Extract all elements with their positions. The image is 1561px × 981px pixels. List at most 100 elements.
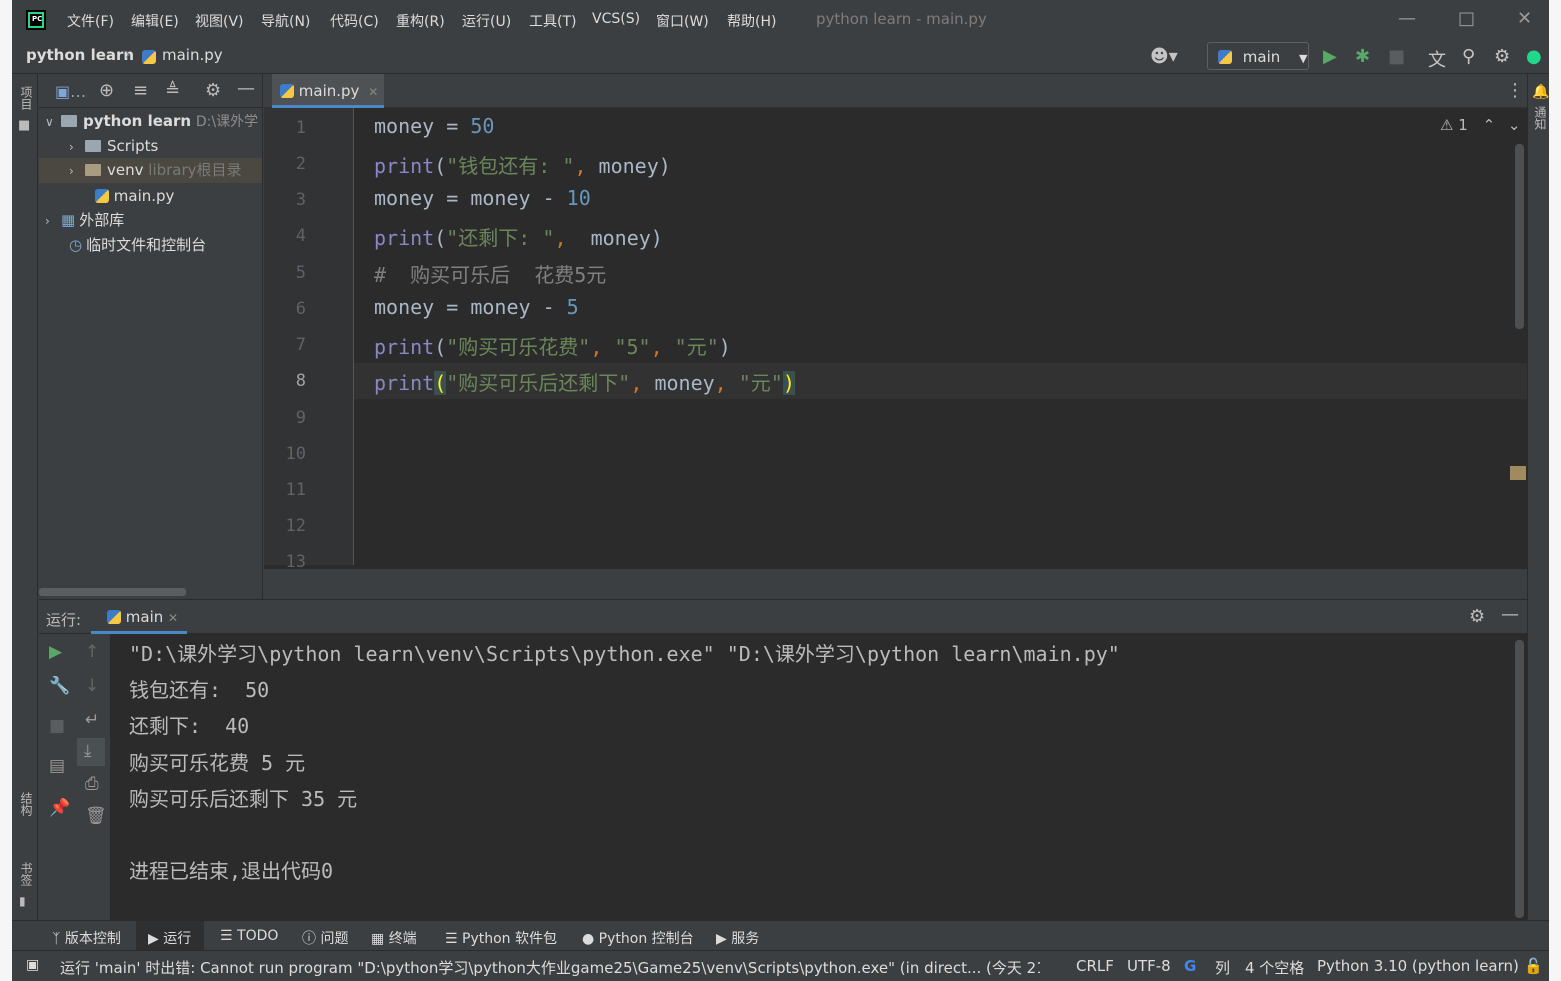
library-icon: ▦	[61, 211, 76, 229]
tab-python-console[interactable]: ● Python 控制台	[582, 928, 694, 948]
code-line[interactable]: # 购买可乐后 花费5元	[374, 259, 606, 288]
column-indicator[interactable]: 列	[1215, 957, 1230, 978]
tab-main-py[interactable]: main.py ✕	[272, 74, 384, 108]
panel-toggle-icon[interactable]: ▣	[26, 957, 39, 973]
more-options-icon[interactable]: ⋮	[1506, 80, 1524, 101]
rerun-icon[interactable]: ▶	[49, 642, 62, 662]
debug-icon[interactable]: ✱	[1355, 46, 1370, 67]
menu-code[interactable]: 代码(C)	[330, 11, 379, 31]
code-line[interactable]: money = 50	[374, 114, 494, 138]
menu-view[interactable]: 视图(V)	[195, 11, 244, 31]
menu-window[interactable]: 窗口(W)	[656, 11, 709, 31]
wrench-icon[interactable]: 🔧	[49, 676, 70, 696]
indent-setting[interactable]: 4 个空格	[1245, 957, 1304, 978]
tree-item-external-libraries[interactable]: › ▦ 外部库	[45, 208, 124, 233]
collapse-all-icon[interactable]: ≜	[165, 80, 180, 101]
tab-services[interactable]: ▶ 服务	[716, 928, 759, 948]
gear-icon[interactable]: ⚙	[205, 80, 221, 101]
jetbrains-toolbox-icon[interactable]: ●	[1526, 46, 1542, 67]
code-line[interactable]: print("钱包还有: ", money)	[374, 150, 671, 179]
chevron-up-icon[interactable]: ⌃	[1483, 116, 1496, 134]
warning-indicator[interactable]: ⚠ 1 ⌃ ⌄	[1440, 116, 1521, 134]
code-editor[interactable]: main.py ✕ ⋮ 1 2 3 4 5 6 7 8 9 10 11 12 1…	[264, 74, 1527, 599]
scrollbar-marker[interactable]	[1510, 466, 1526, 480]
code-line[interactable]: money = money - 5	[374, 295, 579, 319]
tab-todo[interactable]: ☰ TODO	[220, 928, 278, 944]
menu-refactor[interactable]: 重构(R)	[396, 11, 445, 31]
tab-version-control[interactable]: ᛉ 版本控制	[52, 928, 121, 948]
desktop-background-left	[0, 0, 12, 981]
expand-all-icon[interactable]: ≡	[133, 80, 148, 101]
bell-icon[interactable]: 🔔	[1532, 84, 1549, 100]
structure-tool-button[interactable]: 结构	[18, 792, 35, 816]
tab-run[interactable]: ▶ 运行	[148, 928, 191, 948]
minimize-icon[interactable]: —	[1398, 8, 1416, 29]
trash-icon[interactable]: 🗑	[85, 806, 107, 826]
bottom-tool-tabs: ᛉ 版本控制 ▶ 运行 ☰ TODO ⓘ 问题 ▦ 终端 ☰ Python 软件…	[12, 920, 1549, 951]
tree-root-python-learn[interactable]: ∨ python learn D:\课外学	[45, 109, 258, 134]
user-account-icon[interactable]: ☻▾	[1150, 46, 1178, 67]
line-number: 10	[285, 444, 306, 464]
hide-panel-icon[interactable]: —	[237, 78, 255, 99]
python-interpreter[interactable]: Python 3.10 (python learn)	[1317, 957, 1519, 975]
close-tab-icon[interactable]: ✕	[168, 611, 178, 625]
settings-icon[interactable]: ⚙	[1494, 46, 1510, 67]
horizontal-scrollbar[interactable]	[39, 588, 186, 596]
project-tool-button[interactable]: 项目	[18, 86, 35, 110]
tree-item-scripts[interactable]: › Scripts	[69, 134, 158, 159]
run-tab-main[interactable]: main ✕	[91, 600, 187, 634]
file-encoding[interactable]: UTF-8	[1127, 957, 1171, 975]
code-line[interactable]: money = money - 10	[374, 186, 591, 210]
menu-navigate[interactable]: 导航(N)	[261, 11, 310, 31]
layout-icon[interactable]: ▤	[49, 756, 65, 776]
scroll-to-end-icon[interactable]: ⤓	[77, 738, 105, 766]
warning-icon: ⚠	[1440, 116, 1454, 134]
breadcrumb-file[interactable]: main.py	[162, 46, 223, 64]
menu-tools[interactable]: 工具(T)	[529, 11, 576, 31]
down-arrow-icon[interactable]: ↓	[85, 676, 99, 696]
menu-run[interactable]: 运行(U)	[462, 11, 511, 31]
locate-icon[interactable]: ⊕	[99, 80, 114, 101]
line-separator[interactable]: CRLF	[1076, 957, 1114, 975]
menu-vcs[interactable]: VCS(S)	[592, 11, 640, 27]
run-configuration-select[interactable]: main ▼	[1207, 42, 1309, 70]
soft-wrap-icon[interactable]: ↵	[85, 710, 99, 730]
tree-item-main-py[interactable]: main.py	[95, 184, 174, 209]
editor-divider[interactable]	[264, 569, 1527, 599]
status-message[interactable]: 运行 'main' 时出错: Cannot run program "D:\py…	[60, 957, 1040, 978]
translate-icon[interactable]: 文	[1428, 46, 1446, 72]
tree-item-scratches[interactable]: ◷ 临时文件和控制台	[69, 233, 206, 258]
project-view-icon[interactable]: ▣…	[55, 82, 86, 101]
pin-icon[interactable]: 📌	[49, 798, 70, 818]
run-icon[interactable]: ▶	[1323, 46, 1337, 67]
stop-icon[interactable]: ■	[49, 716, 65, 736]
menu-file[interactable]: 文件(F)	[67, 11, 114, 31]
breadcrumb-project[interactable]: python learn	[26, 46, 134, 64]
search-icon[interactable]: ⚲	[1462, 46, 1475, 67]
menu-help[interactable]: 帮助(H)	[727, 11, 776, 31]
stop-icon[interactable]: ■	[1388, 46, 1405, 67]
tab-terminal[interactable]: ▦ 终端	[371, 928, 417, 948]
status-bar: ▣ 运行 'main' 时出错: Cannot run program "D:\…	[12, 950, 1549, 981]
bookmarks-tool-button[interactable]: 书签	[18, 862, 35, 886]
editor-scrollbar[interactable]	[1515, 144, 1524, 329]
chevron-down-icon[interactable]: ⌄	[1508, 116, 1521, 134]
code-line[interactable]: print("购买可乐后还剩下", money, "元")	[374, 367, 795, 396]
tree-item-venv[interactable]: › venv library根目录	[39, 158, 262, 183]
run-output-scrollbar[interactable]	[1515, 640, 1524, 918]
maximize-icon[interactable]: □	[1458, 8, 1475, 29]
tab-python-packages[interactable]: ☰ Python 软件包	[445, 928, 557, 948]
close-icon[interactable]: ✕	[1517, 8, 1532, 29]
up-arrow-icon[interactable]: ↑	[85, 642, 99, 662]
print-icon[interactable]: ⎙	[85, 774, 99, 794]
code-line[interactable]: print("购买可乐花费", "5", "元")	[374, 331, 731, 360]
hide-panel-icon[interactable]: —	[1501, 604, 1519, 625]
close-tab-icon[interactable]: ✕	[368, 85, 378, 99]
code-line[interactable]: print("还剩下: ", money)	[374, 222, 663, 251]
lock-icon[interactable]: 🔓	[1524, 957, 1543, 975]
menu-edit[interactable]: 编辑(E)	[131, 11, 179, 31]
gear-icon[interactable]: ⚙	[1469, 606, 1485, 627]
google-icon[interactable]: G	[1184, 957, 1196, 975]
notifications-tool-button[interactable]: 通知	[1532, 106, 1549, 130]
tab-problems[interactable]: ⓘ 问题	[302, 928, 348, 948]
